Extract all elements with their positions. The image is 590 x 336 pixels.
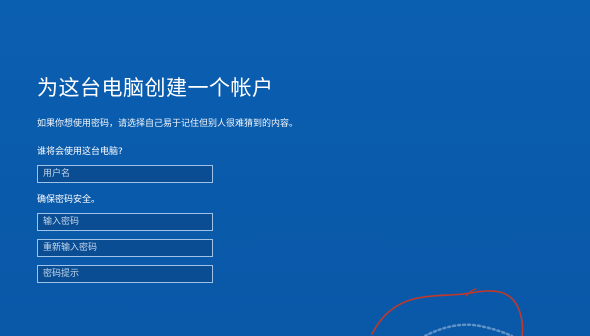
username-input[interactable] [37, 165, 213, 183]
secure-password-label: 确保密码安全。 [37, 195, 101, 205]
who-will-use-label: 谁将会使用这台电脑? [37, 147, 123, 157]
page-title: 为这台电脑创建一个帐户 [37, 76, 274, 100]
password-input[interactable] [37, 213, 213, 231]
oobe-account-screen: 为这台电脑创建一个帐户 如果你想使用密码，请选择自己易于记住但别人很难猜到的内容… [0, 0, 590, 336]
password-advice-text: 如果你想使用密码，请选择自己易于记住但别人很难猜到的内容。 [37, 119, 299, 129]
password-hint-input[interactable] [37, 265, 213, 283]
reenter-password-input[interactable] [37, 239, 213, 257]
